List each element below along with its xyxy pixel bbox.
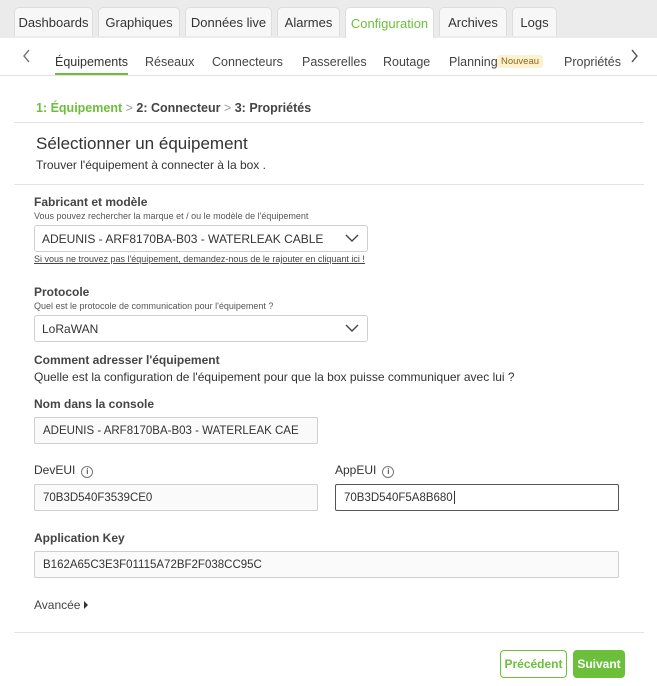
tab-donnees-live[interactable]: Données live (185, 7, 272, 36)
tab-graphiques[interactable]: Graphiques (98, 7, 180, 36)
tab-alarmes[interactable]: Alarmes (277, 7, 340, 36)
protocol-hint: Quel est le protocole de communication p… (34, 301, 274, 311)
tab-logs[interactable]: Logs (512, 7, 557, 36)
manufacturer-hint: Vous pouvez rechercher la marque et / ou… (34, 211, 309, 221)
top-tab-bar: Dashboards Graphiques Données live Alarm… (0, 0, 657, 38)
tab-configuration[interactable]: Configuration (345, 7, 434, 38)
subtab-connecteurs[interactable]: Connecteurs (212, 55, 283, 69)
page-title: Sélectionner un équipement (36, 134, 248, 153)
app-eui-label: AppEUI (335, 463, 377, 477)
app-eui-label-row: AppEUI i (335, 463, 395, 478)
text-caret (453, 491, 455, 504)
step-equipement[interactable]: 1: Équipement (36, 101, 122, 115)
app-key-value: B162A65C3E3F01115A72BF2F038CC95C (43, 558, 262, 571)
next-button[interactable]: Suivant (573, 650, 625, 678)
chevron-right-icon[interactable] (627, 49, 639, 66)
protocol-value: LoRaWAN (42, 321, 99, 336)
advanced-toggle[interactable]: Avancée (34, 598, 89, 612)
dev-eui-input[interactable]: 70B3D540F3539CE0 (34, 484, 318, 511)
tab-archives[interactable]: Archives (439, 7, 507, 36)
addressing-label: Comment adresser l'équipement (34, 353, 220, 367)
app-key-label: Application Key (34, 531, 125, 545)
dev-eui-label: DevEUI (34, 463, 76, 477)
previous-button[interactable]: Précédent (500, 650, 567, 678)
subtab-routage[interactable]: Routage (383, 55, 430, 69)
manufacturer-value: ADEUNIS - ARF8170BA-B03 - WATERLEAK CABL… (42, 231, 324, 246)
manufacturer-label: Fabricant et modèle (34, 195, 148, 209)
protocol-label: Protocole (34, 285, 90, 299)
subtab-reseaux[interactable]: Réseaux (145, 55, 194, 69)
divider (14, 184, 644, 185)
request-equipment-link[interactable]: Si vous ne trouvez pas l'équipement, dem… (34, 254, 365, 264)
wizard-stepper: 1: Équipement > 2: Connecteur > 3: Propr… (36, 101, 311, 115)
step-connecteur[interactable]: 2: Connecteur (136, 101, 220, 115)
divider (14, 122, 644, 123)
chevron-down-icon (345, 234, 359, 242)
console-name-value: ADEUNIS - ARF8170BA-B03 - WATERLEAK CAE (43, 424, 299, 437)
subtab-planning[interactable]: Planning (449, 55, 498, 69)
manufacturer-select[interactable]: ADEUNIS - ARF8170BA-B03 - WATERLEAK CABL… (34, 225, 368, 252)
chevron-down-icon (345, 324, 359, 332)
info-icon[interactable]: i (81, 466, 94, 478)
subtab-passerelles[interactable]: Passerelles (302, 55, 367, 69)
app-key-input[interactable]: B162A65C3E3F01115A72BF2F038CC95C (34, 551, 619, 578)
dev-eui-value: 70B3D540F3539CE0 (43, 491, 153, 504)
console-name-input[interactable]: ADEUNIS - ARF8170BA-B03 - WATERLEAK CAE (34, 417, 318, 444)
new-badge: Nouveau (497, 55, 544, 68)
dev-eui-label-row: DevEUI i (34, 463, 94, 478)
protocol-select[interactable]: LoRaWAN (34, 315, 368, 342)
app-eui-input[interactable]: 70B3D540F5A8B680 (335, 484, 619, 511)
step-proprietes[interactable]: 3: Propriétés (235, 101, 311, 115)
chevron-left-icon[interactable] (22, 49, 31, 66)
caret-right-icon (84, 601, 89, 609)
step-separator: > (223, 101, 232, 115)
tab-dashboards[interactable]: Dashboards (14, 7, 93, 36)
step-separator: > (125, 101, 133, 115)
page-subtitle: Trouver l'équipement à connecter à la bo… (36, 158, 266, 172)
advanced-label: Avancée (34, 598, 81, 612)
sub-navigation: Équipements Réseaux Connecteurs Passerel… (0, 38, 657, 76)
divider (14, 632, 644, 633)
console-name-label: Nom dans la console (34, 397, 155, 411)
addressing-text: Quelle est la configuration de l'équipem… (34, 370, 515, 384)
subtab-equipements[interactable]: Équipements (55, 55, 128, 75)
subtab-proprietes[interactable]: Propriétés (564, 55, 621, 69)
app-eui-value: 70B3D540F5A8B680 (344, 491, 453, 504)
info-icon[interactable]: i (382, 466, 395, 478)
